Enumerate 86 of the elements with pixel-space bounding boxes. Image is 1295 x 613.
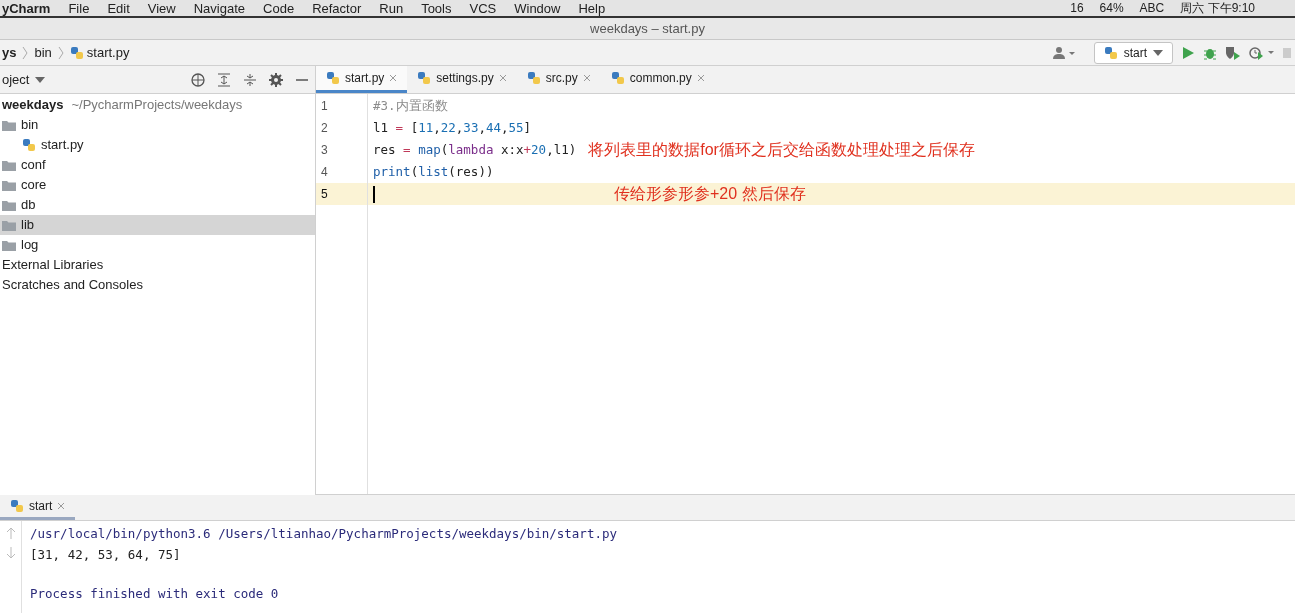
shield-run-icon[interactable] — [1225, 45, 1241, 60]
up-arrow-icon[interactable] — [5, 527, 16, 539]
editor-tab[interactable]: src.py — [516, 66, 601, 93]
menu-item[interactable]: Code — [263, 0, 295, 16]
tree-item[interactable]: start.py — [0, 135, 315, 155]
code-line: res = map(lambda x:x+20,l1) — [373, 140, 577, 159]
console-line: Process finished with exit code 0 — [30, 585, 280, 603]
caret-icon — [1153, 49, 1163, 56]
folder-icon — [2, 199, 16, 211]
menu-item[interactable]: File — [68, 0, 90, 16]
editor-tab[interactable]: start.py — [316, 66, 408, 93]
status-text: 16 — [1070, 0, 1084, 16]
python-file-icon — [417, 71, 432, 85]
breadcrumb-item[interactable]: ys — [2, 42, 17, 63]
close-icon[interactable] — [582, 74, 591, 82]
code-line: #3.内置函数 — [373, 96, 448, 115]
chevron-icon — [57, 45, 64, 60]
run-config-dropdown[interactable]: start — [1093, 41, 1173, 64]
project-view-dropdown[interactable]: oject — [2, 69, 46, 90]
folder-icon — [2, 179, 16, 191]
menu-item[interactable]: Edit — [107, 0, 130, 16]
annotation-text: 将列表里的数据for循环之后交给函数处理处理之后保存 — [588, 140, 975, 160]
run-tab[interactable]: start — [0, 495, 76, 520]
console-line: /usr/local/bin/python3.6 /Users/ltianhao/PycharmProjects/weekdays/bin/start.py — [30, 525, 617, 543]
expand-all-icon[interactable] — [217, 72, 231, 87]
code-line: l1 = [11,22,33,44,55] — [373, 118, 532, 137]
tree-item[interactable]: weekdays ~/PycharmProjects/weekdays — [0, 95, 315, 115]
line-number: 1 — [320, 98, 329, 115]
folder-icon — [2, 119, 16, 131]
console-line: [31, 42, 53, 64, 75] — [30, 546, 182, 564]
text-cursor — [373, 185, 375, 203]
window-title: weekdays – start.py — [590, 19, 705, 38]
tree-item[interactable]: conf — [0, 155, 315, 175]
python-file-icon — [326, 71, 340, 85]
run-icon[interactable] — [1181, 45, 1195, 60]
python-file-icon — [69, 45, 84, 60]
menu-item[interactable]: Tools — [421, 0, 452, 16]
locate-icon[interactable] — [191, 72, 205, 87]
close-icon[interactable] — [498, 74, 507, 82]
line-number: 3 — [320, 142, 329, 159]
menu-item[interactable]: Help — [578, 0, 606, 16]
menu-item[interactable]: yCharm — [2, 0, 51, 16]
python-file-icon — [22, 138, 36, 152]
tree-item[interactable]: bin — [0, 115, 315, 135]
menu-item[interactable]: Navigate — [193, 0, 246, 16]
menu-item[interactable]: Window — [514, 0, 561, 16]
toolbar-icon[interactable] — [1283, 45, 1291, 60]
status-text: 64% — [1099, 0, 1124, 16]
close-icon[interactable] — [696, 74, 705, 82]
python-icon — [10, 499, 24, 513]
menu-item[interactable]: Run — [379, 0, 404, 16]
annotation-text: 传给形参形参+20 然后保存 — [614, 184, 806, 204]
down-arrow-icon[interactable] — [5, 547, 16, 559]
breadcrumb-item[interactable]: start.py — [69, 42, 130, 63]
folder-icon — [2, 159, 16, 171]
tree-item[interactable]: External Libraries — [0, 255, 315, 275]
caret-icon — [35, 76, 46, 83]
menu-item[interactable]: Refactor — [312, 0, 362, 16]
status-text: ABC — [1139, 0, 1165, 16]
line-number: 4 — [320, 164, 329, 181]
tree-item[interactable]: db — [0, 195, 315, 215]
python-icon — [1103, 45, 1118, 60]
tree-item[interactable]: Scratches and Consoles — [0, 275, 315, 295]
tree-item[interactable]: log — [0, 235, 315, 255]
code-line: print(list(res)) — [373, 162, 494, 181]
status-text: 周六 下午9:10 — [1180, 0, 1255, 16]
close-icon[interactable] — [57, 502, 66, 510]
user-icon[interactable] — [1051, 45, 1076, 60]
editor-tab[interactable]: settings.py — [407, 66, 517, 93]
close-icon[interactable] — [389, 74, 398, 82]
folder-icon — [2, 239, 16, 251]
python-file-icon — [610, 71, 625, 85]
menu-item[interactable]: VCS — [469, 0, 497, 16]
line-number: 5 — [320, 186, 329, 203]
line-number: 2 — [320, 120, 329, 137]
collapse-all-icon[interactable] — [243, 72, 257, 87]
editor-tab[interactable]: common.py — [600, 66, 715, 93]
python-file-icon — [526, 71, 541, 85]
clock-run-icon[interactable] — [1249, 45, 1275, 60]
tree-item[interactable]: core — [0, 175, 315, 195]
tree-item[interactable]: lib — [0, 215, 315, 235]
breadcrumb-item[interactable]: bin — [34, 42, 52, 63]
menu-item[interactable]: View — [147, 0, 176, 16]
folder-icon — [2, 219, 16, 231]
settings-icon[interactable] — [269, 72, 283, 87]
chevron-icon — [22, 45, 29, 60]
